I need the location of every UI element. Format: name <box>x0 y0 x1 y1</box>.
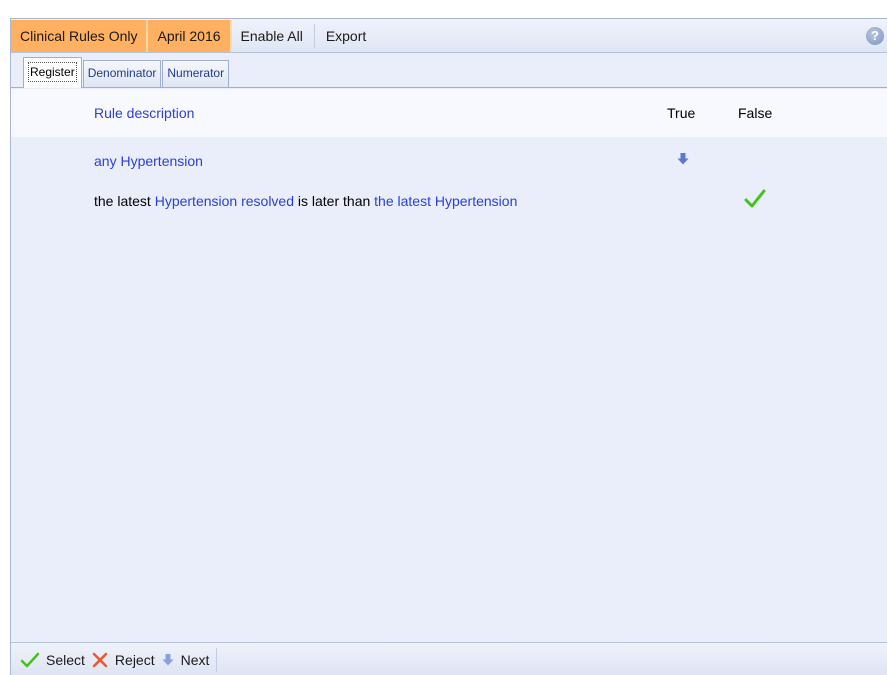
rules-table: Rule description True False any Hyperten… <box>11 89 887 641</box>
next-label: Next <box>180 651 210 668</box>
rule-link[interactable]: Hypertension resolved <box>155 193 294 209</box>
period-button[interactable]: April 2016 <box>148 19 232 52</box>
rule-link[interactable]: any Hypertension <box>94 153 203 169</box>
tab-numerator[interactable]: Numerator <box>162 60 230 87</box>
toolbar: Clinical Rules Only April 2016 Enable Al… <box>11 19 887 53</box>
rule-link[interactable]: the latest Hypertension <box>374 193 517 209</box>
enable-all-button[interactable]: Enable All <box>232 20 312 52</box>
column-header-false: False <box>738 105 773 121</box>
down-arrow-icon <box>162 653 174 665</box>
next-button[interactable]: Next <box>158 646 213 674</box>
rule-text: is later than <box>294 193 375 209</box>
checkmark-icon[interactable] <box>743 187 767 211</box>
reject-button[interactable]: Reject <box>88 646 158 674</box>
status-bar: Select Reject Next <box>11 642 887 675</box>
column-header-true: True <box>667 105 696 121</box>
table-row[interactable]: any Hypertension <box>11 141 887 177</box>
reject-label: Reject <box>114 651 155 668</box>
rule-text: the latest <box>94 193 155 209</box>
clinical-rules-only-button[interactable]: Clinical Rules Only <box>11 19 149 52</box>
cross-icon <box>92 652 108 667</box>
toolbar-separator <box>313 23 315 48</box>
export-button[interactable]: Export <box>317 20 375 52</box>
rules-panel: Clinical Rules Only April 2016 Enable Al… <box>10 18 887 675</box>
rule-description: the latest Hypertension resolved is late… <box>94 193 517 209</box>
down-arrow-icon[interactable] <box>676 152 690 166</box>
tab-label: Register <box>28 62 77 82</box>
tab-denominator[interactable]: Denominator <box>82 60 162 87</box>
table-header: Rule description True False <box>11 89 887 137</box>
tab-register[interactable]: Register <box>23 57 82 88</box>
help-icon[interactable]: ? <box>866 27 884 45</box>
column-header-description[interactable]: Rule description <box>94 105 194 121</box>
checkmark-icon <box>20 652 40 667</box>
tab-strip: Register Denominator Numerator <box>11 54 887 88</box>
select-button[interactable]: Select <box>17 646 88 674</box>
table-row[interactable]: the latest Hypertension resolved is late… <box>11 181 887 217</box>
select-label: Select <box>46 651 85 668</box>
rule-description: any Hypertension <box>94 153 203 169</box>
statusbar-separator <box>216 647 218 672</box>
